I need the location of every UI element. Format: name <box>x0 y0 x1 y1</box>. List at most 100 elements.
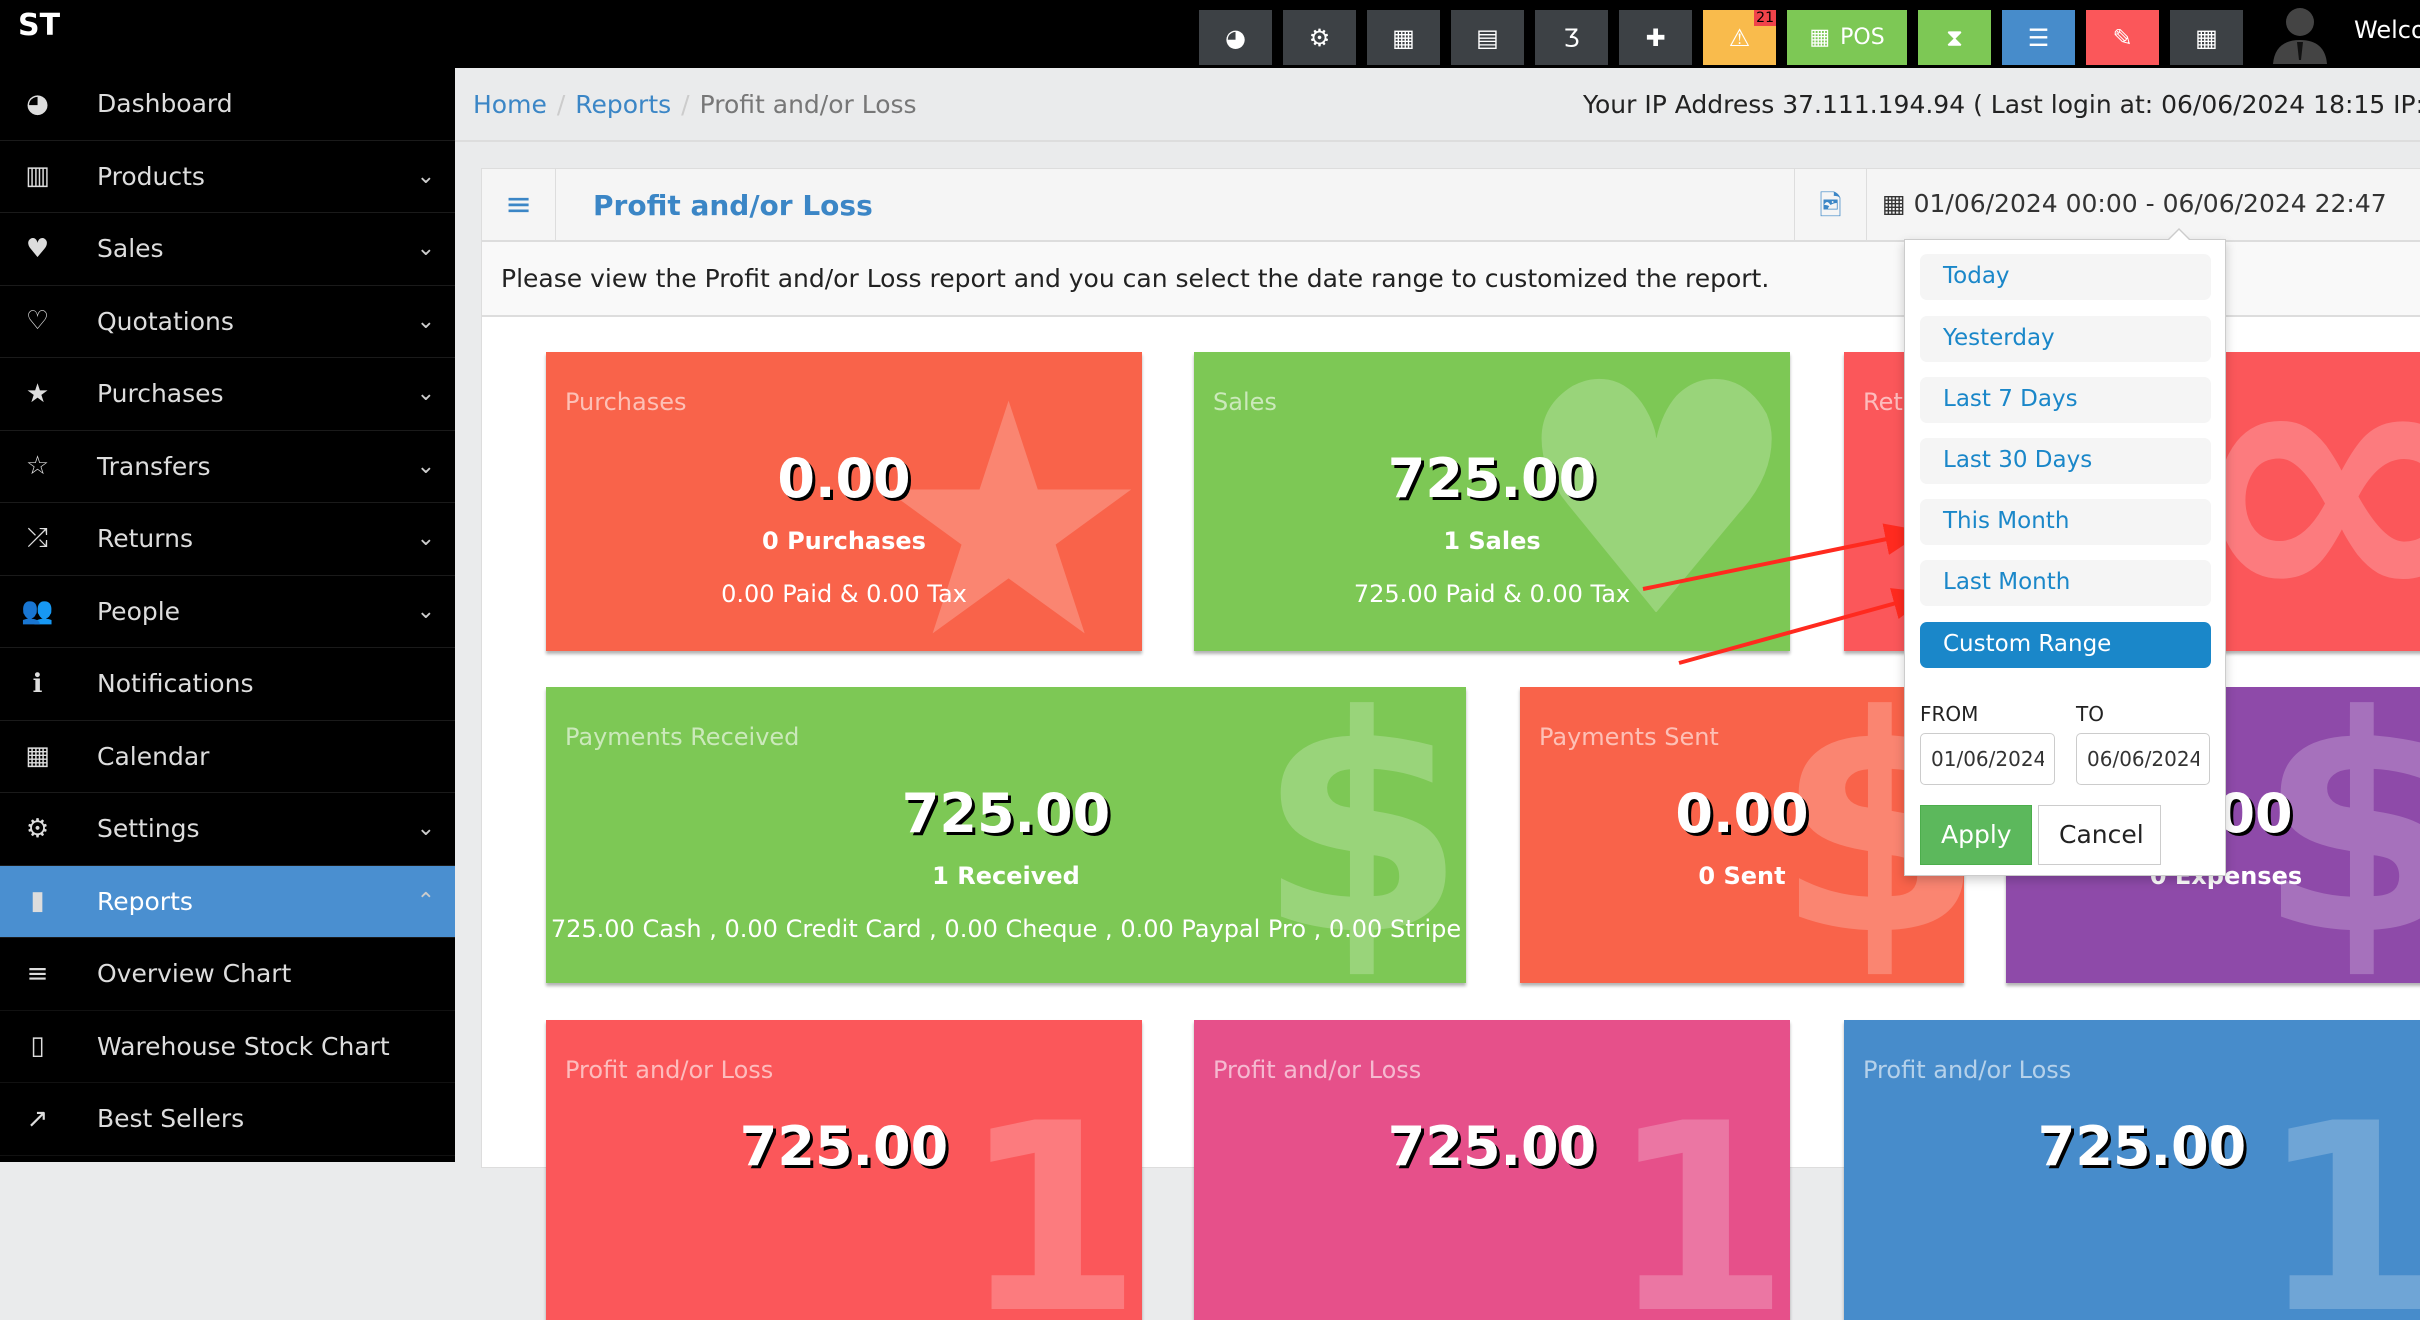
card-value: 725.00 <box>2037 1115 2247 1178</box>
warning-button[interactable]: ⚠ 21 <box>1703 10 1776 65</box>
sidebar-item-sales[interactable]: ♥ Sales ⌄ <box>0 213 455 286</box>
sidebar-item-best-sellers[interactable]: ↗ Best Sellers <box>0 1083 455 1156</box>
sidebar-item-warehouse-stock-chart[interactable]: ▯ Warehouse Stock Chart <box>0 1011 455 1083</box>
star-icon: ★ <box>25 378 50 409</box>
range-option-custom-range[interactable]: Custom Range <box>1920 622 2211 668</box>
apply-button[interactable]: Apply <box>1920 805 2032 865</box>
dashboard-button[interactable]: ◕ <box>1199 10 1272 65</box>
uk-flag-button[interactable]: ✚ <box>1619 10 1692 65</box>
notification-count-badge: 21 <box>1754 10 1776 26</box>
card-value: 725.00 <box>1387 447 1597 510</box>
range-option-yesterday[interactable]: Yesterday <box>1920 316 2211 362</box>
calendar-button[interactable]: ▤ <box>1451 10 1524 65</box>
info-icon: ℹ <box>32 668 43 699</box>
pos-label: POS <box>1840 25 1885 50</box>
sidebar-item-returns[interactable]: ⤮ Returns ⌄ <box>0 503 455 576</box>
sidebar-item-products[interactable]: ▥ Products ⌄ <box>0 141 455 213</box>
summary-card-payments-sent: $ Payments Sent 0.00 0 Sent <box>1520 687 1964 983</box>
css3-button[interactable]: Ʒ <box>1535 10 1608 65</box>
list-button[interactable]: ☰ <box>2002 10 2075 65</box>
sidebar-item-label: Reports <box>97 886 193 916</box>
breadcrumb-reports[interactable]: Reports <box>575 90 671 119</box>
menu-toggle-icon[interactable]: ≡ <box>482 169 556 242</box>
sidebar-item-quotations[interactable]: ♡ Quotations ⌄ <box>0 286 455 358</box>
summary-card-profit-and-or-loss: 1 Profit and/or Loss 725.00 <box>1844 1020 2420 1320</box>
sidebar-item-label: Sales <box>97 234 164 264</box>
summary-card-profit-and-or-loss: 1 Profit and/or Loss 725.00 <box>546 1020 1142 1320</box>
sidebar-item-label: Products <box>97 161 205 191</box>
card-count: 1 Received <box>932 862 1080 890</box>
uk-flag-icon: ✚ <box>1645 23 1666 52</box>
calendar-icon: ▤ <box>1476 23 1499 52</box>
range-option-today[interactable]: Today <box>1920 254 2211 300</box>
from-date-input[interactable] <box>1920 733 2055 785</box>
range-option-this-month[interactable]: This Month <box>1920 499 2211 545</box>
chevron-down-icon: ⌄ <box>416 453 435 479</box>
sidebar-item-label: Dashboard <box>97 89 233 119</box>
ip-address-info: Your IP Address 37.111.194.94 ( Last log… <box>1583 90 2420 119</box>
chevron-down-icon: ⌄ <box>416 598 435 624</box>
card-value: 725.00 <box>1387 1115 1597 1178</box>
sidebar-item-label: Transfers <box>97 451 211 481</box>
cog-icon: ⚙ <box>25 813 50 844</box>
breadcrumb-separator: / <box>681 90 690 119</box>
grid-button[interactable]: ▦ <box>2170 10 2243 65</box>
cogs-icon: ⚙ <box>1308 23 1331 52</box>
card-details: 0.00 Paid & 0.00 Tax <box>721 580 967 608</box>
summary-card-sales: ♥ Sales 725.00 1 Sales 725.00 Paid & 0.0… <box>1194 352 1790 651</box>
range-option-last-month[interactable]: Last Month <box>1920 560 2211 606</box>
chevron-up-icon: ⌃ <box>416 888 435 914</box>
sidebar-item-reports[interactable]: ▮ Reports ⌃ <box>0 865 455 938</box>
sidebar-item-label: Notifications <box>97 669 254 699</box>
sidebar-item-notifications[interactable]: ℹ Notifications <box>0 648 455 721</box>
range-option-last-7-days[interactable]: Last 7 Days <box>1920 377 2211 423</box>
line-chart-icon: ↗ <box>26 1103 49 1134</box>
to-label: TO <box>2076 702 2104 726</box>
toolbar-buttons: ◕ ⚙ ▦ ▤ Ʒ ✚ ⚠ 21 ▦ POS ⧗ ☰ ✎ ▦ <box>1199 10 2243 65</box>
pos-button[interactable]: ▦ POS <box>1787 10 1907 65</box>
sidebar-item-label: Overview Chart <box>97 959 292 989</box>
sidebar-item-overview-chart[interactable]: ≡ Overview Chart <box>0 938 455 1011</box>
hourglass-button[interactable]: ⧗ <box>1918 10 1991 65</box>
card-details: 725.00 Paid & 0.00 Tax <box>1353 580 1631 608</box>
sidebar-item-calendar[interactable]: ▦ Calendar <box>0 721 455 793</box>
chevron-down-icon: ⌄ <box>416 526 435 552</box>
building-icon: ▯ <box>30 1031 45 1062</box>
sidebar: ◕ Dashboard ▥ Products ⌄ ♥ Sales ⌄ ♡ Quotations ⌄ ★… <box>0 68 455 1162</box>
breadcrumb-separator: / <box>556 90 566 119</box>
calculator-button[interactable]: ▦ <box>1367 10 1440 65</box>
to-date-input[interactable] <box>2076 733 2210 785</box>
panel-header: ≡ Profit and/or Loss 🖻 ▦ 01/06/2024 00:0… <box>482 169 2420 242</box>
card-title: Purchases <box>565 388 687 416</box>
breadcrumb-bar: Home / Reports / Profit and/or Loss Your IP … <box>455 68 2420 142</box>
chevron-down-icon: ⌄ <box>416 381 435 407</box>
chevron-down-icon: ⌄ <box>416 236 435 262</box>
cogs-button[interactable]: ⚙ <box>1283 10 1356 65</box>
brand-logo[interactable]: ST <box>18 8 60 43</box>
sidebar-item-transfers[interactable]: ☆ Transfers ⌄ <box>0 431 455 503</box>
from-label: FROM <box>1920 702 1979 726</box>
sidebar-item-label: Calendar <box>97 741 210 771</box>
range-option-last-30-days[interactable]: Last 30 Days <box>1920 438 2211 484</box>
sidebar-item-purchases[interactable]: ★ Purchases ⌄ <box>0 358 455 431</box>
user-avatar-icon[interactable] <box>2267 2 2333 64</box>
card-value: 0.00 <box>777 447 911 510</box>
card-value: 0.00 <box>1675 782 1809 845</box>
date-range-picker: FROM TO Apply Cancel Today Yesterday Last … <box>1904 228 2226 876</box>
sidebar-item-dashboard[interactable]: ◕ Dashboard <box>0 68 455 141</box>
sidebar-item-people[interactable]: 👥 People ⌄ <box>0 576 455 648</box>
save-image-icon[interactable]: 🖻 <box>1794 169 1867 242</box>
sidebar-item-label: Warehouse Stock Chart <box>97 1031 390 1061</box>
card-title: Payments Sent <box>1539 723 1719 751</box>
breadcrumb-home[interactable]: Home <box>473 90 547 119</box>
card-count: 1 Sales <box>1443 527 1541 555</box>
card-title: Payments Received <box>565 723 800 751</box>
pos-icon: ▦ <box>1809 25 1831 50</box>
eraser-button[interactable]: ✎ <box>2086 10 2159 65</box>
sidebar-item-label: People <box>97 596 181 626</box>
date-range-toggle[interactable]: ▦ 01/06/2024 00:00 - 06/06/2024 22:47 <box>1882 189 2387 218</box>
welcome-text[interactable]: Welcome <box>2354 16 2420 44</box>
date-range-value: 01/06/2024 00:00 - 06/06/2024 22:47 <box>1913 189 2387 218</box>
sidebar-item-settings[interactable]: ⚙ Settings ⌄ <box>0 793 455 866</box>
cancel-button[interactable]: Cancel <box>2038 805 2161 865</box>
